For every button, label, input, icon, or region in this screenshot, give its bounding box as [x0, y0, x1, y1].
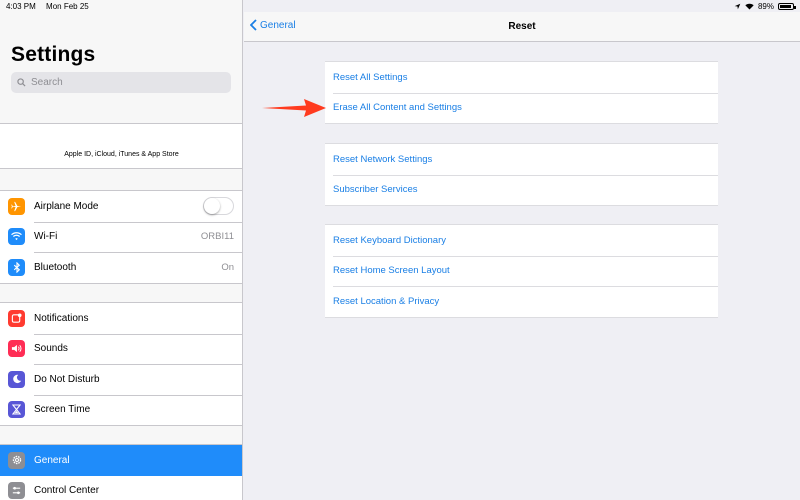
sounds-icon [8, 340, 25, 358]
sidebar-item-bluetooth[interactable]: Bluetooth On [0, 252, 242, 283]
search-bar[interactable] [11, 72, 231, 93]
sidebar-item-airplane-mode[interactable]: Airplane Mode [0, 191, 242, 222]
sidebar-item-label: General [34, 454, 70, 466]
sidebar-item-wifi[interactable]: Wi-Fi ORBI11 [0, 221, 242, 253]
status-left: 4:03 PM Mon Feb 25 [6, 2, 97, 11]
erase-all-content-button[interactable]: Erase All Content and Settings [325, 92, 718, 124]
sidebar-item-label: Do Not Disturb [34, 373, 100, 385]
sidebar-item-notifications[interactable]: Notifications [0, 303, 242, 334]
notifications-icon [8, 309, 25, 327]
bluetooth-value: On [221, 261, 234, 273]
reset-home-screen-layout-button[interactable]: Reset Home Screen Layout [325, 255, 718, 287]
status-date: Mon Feb 25 [46, 1, 89, 11]
reset-location-privacy-button[interactable]: Reset Location & Privacy [325, 286, 718, 317]
sidebar-item-label: Notifications [34, 312, 89, 324]
sidebar-item-do-not-disturb[interactable]: Do Not Disturb [0, 364, 242, 395]
battery-percent: 89% [757, 1, 774, 11]
sidebar-item-label: Bluetooth [34, 261, 77, 273]
subscriber-services-button[interactable]: Subscriber Services [325, 174, 718, 206]
location-icon [734, 3, 741, 9]
hourglass-icon [8, 401, 25, 419]
search-input[interactable] [31, 77, 211, 88]
airplane-icon [8, 197, 25, 215]
sidebar-item-control-center[interactable]: Control Center [0, 476, 242, 500]
sidebar-group-connectivity: Airplane Mode Wi-Fi ORBI11 Bluetooth On [0, 190, 242, 284]
moon-icon [8, 370, 25, 388]
reset-all-settings-button[interactable]: Reset All Settings [325, 62, 718, 93]
battery-icon [778, 2, 796, 10]
sidebar-item-general[interactable]: General [0, 445, 242, 476]
sidebar-item-sounds[interactable]: Sounds [0, 333, 242, 365]
reset-group-2: Reset Network Settings Subscriber Servic… [325, 143, 718, 206]
status-right: 89% [734, 1, 796, 11]
annotation-arrow-icon [262, 99, 326, 117]
airplane-mode-toggle[interactable] [203, 197, 234, 216]
status-bar: 4:03 PM Mon Feb 25 89% [0, 0, 800, 12]
reset-keyboard-dictionary-button[interactable]: Reset Keyboard Dictionary [325, 225, 718, 256]
apple-id-row[interactable]: Apple ID, iCloud, iTunes & App Store [0, 123, 242, 169]
sidebar-title: Settings [11, 43, 96, 66]
wifi-network-value: ORBI11 [200, 231, 234, 243]
sidebar-item-label: Screen Time [34, 404, 91, 416]
reset-network-settings-button[interactable]: Reset Network Settings [325, 144, 718, 175]
sidebar-item-label: Sounds [34, 343, 68, 355]
sidebar: Settings Apple ID, iCloud, iTunes & App … [0, 0, 243, 500]
battery-fill [780, 4, 791, 8]
search-icon [17, 78, 26, 87]
sidebar-item-label: Control Center [34, 485, 100, 497]
toggle-knob [204, 198, 220, 215]
apple-id-label: Apple ID, iCloud, iTunes & App Store [64, 151, 179, 158]
reset-group-1: Reset All Settings Erase All Content and… [325, 61, 718, 124]
status-time: 4:03 PM [6, 1, 36, 11]
page-title: Reset [508, 21, 536, 32]
wifi-icon [8, 228, 25, 246]
sidebar-item-label: Wi-Fi [34, 231, 58, 243]
sidebar-item-label: Airplane Mode [34, 200, 99, 212]
sidebar-item-screen-time[interactable]: Screen Time [0, 394, 242, 426]
sidebar-group-general: General Control Center [0, 444, 242, 500]
gear-icon [8, 451, 25, 469]
control-center-icon [8, 482, 25, 500]
sidebar-group-notifications: Notifications Sounds Do Not Disturb Scre… [0, 302, 242, 426]
wifi-status-icon [745, 3, 754, 9]
bluetooth-icon [8, 258, 25, 276]
reset-group-3: Reset Keyboard Dictionary Reset Home Scr… [325, 224, 718, 318]
nav-bar: General Reset [244, 12, 800, 42]
